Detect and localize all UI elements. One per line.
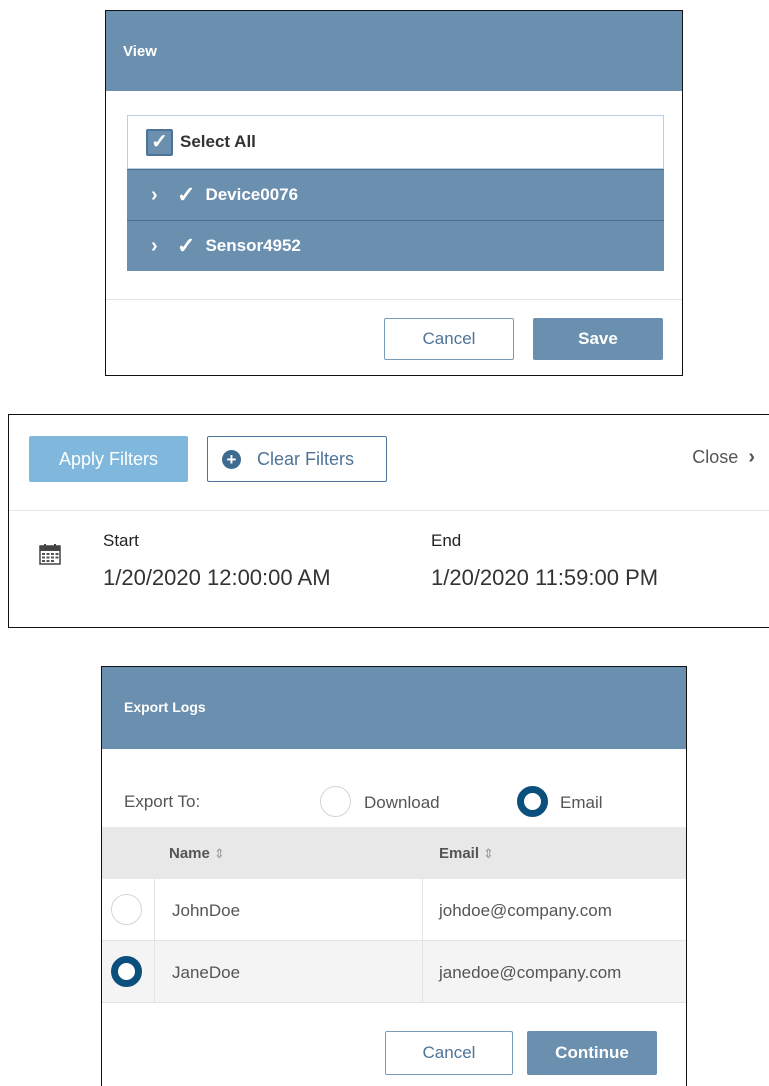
name-column-header[interactable]: Name ⇕	[169, 845, 225, 862]
column-divider	[154, 879, 155, 940]
save-button[interactable]: Save	[533, 318, 663, 360]
select-all-label: Select All	[180, 132, 256, 151]
export-logs-dialog: Export Logs Export To: Download Email Na…	[101, 666, 687, 1086]
apply-filters-button[interactable]: Apply Filters	[29, 436, 188, 482]
sort-icon: ⇕	[213, 846, 225, 861]
calendar-icon[interactable]	[39, 543, 61, 565]
clear-filters-button[interactable]: + Clear Filters	[207, 436, 387, 482]
row-select-radio[interactable]	[111, 894, 142, 925]
cancel-button[interactable]: Cancel	[385, 1031, 513, 1075]
column-divider	[154, 941, 155, 1002]
plus-circle-icon: +	[222, 449, 241, 469]
download-radio-label[interactable]: Download	[364, 793, 440, 813]
column-divider	[422, 879, 423, 940]
export-dialog-title: Export Logs	[102, 667, 686, 749]
tree-item-label: Device0076	[205, 185, 299, 204]
download-radio[interactable]	[320, 786, 351, 817]
chevron-right-icon[interactable]: ›	[151, 184, 165, 207]
table-row[interactable]: JaneDoe janedoe@company.com	[102, 941, 686, 1003]
checkbox-checked-icon: ✓	[146, 128, 173, 156]
view-dialog: View ✓ Select All › ✓ Device0076 › ✓ Sen…	[105, 10, 683, 376]
close-link[interactable]: Close ›	[692, 446, 755, 469]
close-label: Close	[692, 447, 739, 467]
end-label: End	[431, 531, 462, 550]
tree-item-label: Sensor4952	[205, 236, 301, 255]
row-email: janedoe@company.com	[439, 963, 622, 982]
row-select-radio[interactable]	[111, 956, 142, 987]
clear-filters-label: Clear Filters	[257, 448, 355, 469]
email-radio[interactable]	[517, 786, 548, 817]
device-tree: ✓ Select All › ✓ Device0076 › ✓ Sensor49…	[127, 115, 664, 271]
filter-panel: Apply Filters + Clear Filters Close › St…	[8, 414, 769, 628]
view-dialog-title: View	[106, 11, 682, 91]
sort-icon: ⇕	[483, 846, 494, 861]
email-column-header[interactable]: Email ⇕	[439, 845, 494, 862]
export-to-label: Export To:	[124, 792, 201, 811]
row-name: JohnDoe	[172, 901, 241, 920]
view-dialog-footer: Cancel Save	[106, 299, 682, 376]
chevron-right-icon[interactable]: ›	[151, 235, 165, 258]
checkmark-icon: ✓	[177, 233, 196, 258]
cancel-button[interactable]: Cancel	[384, 318, 514, 360]
row-email: johdoe@company.com	[439, 901, 612, 920]
continue-button[interactable]: Continue	[527, 1031, 657, 1075]
table-row[interactable]: JohnDoe johdoe@company.com	[102, 879, 686, 941]
divider	[9, 510, 769, 511]
select-all-checkbox[interactable]: ✓ Select All	[127, 115, 664, 169]
start-label: Start	[103, 531, 139, 550]
chevron-right-icon: ›	[748, 446, 755, 468]
checkmark-icon: ✓	[177, 182, 196, 207]
email-radio-label[interactable]: Email	[560, 793, 603, 813]
end-date-value[interactable]: 1/20/2020 11:59:00 PM	[431, 565, 658, 591]
table-header: Name ⇕ Email ⇕	[102, 827, 686, 879]
column-divider	[422, 941, 423, 1002]
row-name: JaneDoe	[172, 963, 241, 982]
start-date-value[interactable]: 1/20/2020 12:00:00 AM	[103, 565, 331, 591]
tree-item-device[interactable]: › ✓ Device0076	[127, 169, 664, 220]
tree-item-sensor[interactable]: › ✓ Sensor4952	[127, 220, 664, 271]
